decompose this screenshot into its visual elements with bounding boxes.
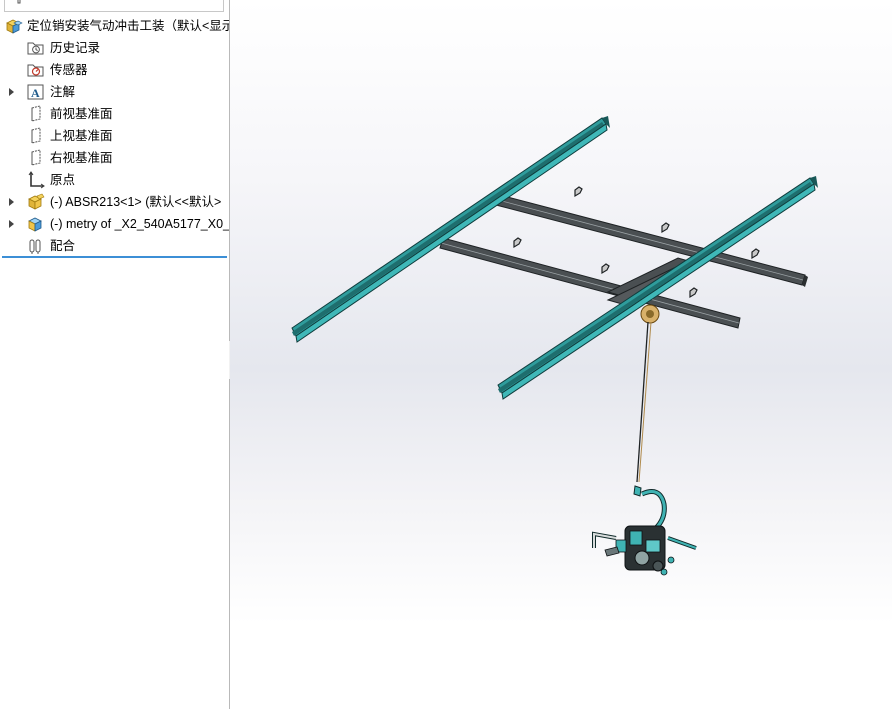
tree-item-label: 原点	[50, 173, 76, 187]
tree-item[interactable]: 右视基准面	[0, 147, 229, 169]
sensor-folder-icon	[27, 64, 44, 77]
hoist-balancer[interactable]	[640, 304, 660, 324]
tree-item[interactable]: 传感器	[0, 59, 229, 81]
model-view[interactable]	[230, 0, 892, 709]
tree-item-label: (-) ABSR213<1> (默认<<默认>	[50, 195, 222, 209]
plane-icon	[31, 127, 41, 144]
plane-icon	[31, 105, 41, 122]
pneumatic-impact-tool[interactable]	[592, 485, 697, 576]
filter-icon[interactable]	[11, 0, 31, 5]
tree-item-label: 注解	[50, 85, 76, 99]
tree-item-label: 传感器	[50, 63, 88, 77]
origin-icon	[28, 171, 45, 189]
tree-item[interactable]: 原点	[0, 169, 229, 191]
assembly-icon	[6, 19, 23, 34]
expand-arrow-icon[interactable]	[9, 220, 14, 228]
plane-icon	[31, 149, 41, 166]
hoist-cable	[636, 321, 652, 483]
tree-item-label: 配合	[50, 239, 76, 253]
subassembly-icon	[28, 193, 45, 210]
history-folder-icon	[27, 42, 44, 55]
tree-item[interactable]: (-) ABSR213<1> (默认<<默认>	[0, 191, 229, 213]
tree-item-label: 历史记录	[50, 41, 101, 55]
runway-rail-left[interactable]	[291, 116, 610, 343]
tree-item[interactable]: 前视基准面	[0, 103, 229, 125]
expand-arrow-icon[interactable]	[9, 198, 14, 206]
tree-item[interactable]: A 注解	[0, 81, 229, 103]
feature-manager-tree: 定位销安装气动冲击工装（默认<显示 历史记录传感器 A 注解前视基准面上视基准面右视…	[0, 0, 230, 709]
tree-root-assembly[interactable]: 定位销安装气动冲击工装（默认<显示	[0, 15, 229, 37]
tree-end-divider	[2, 256, 227, 258]
annotation-icon: A	[27, 84, 44, 100]
tree-item[interactable]: 配合	[0, 235, 229, 257]
tree-item-label: 上视基准面	[50, 129, 113, 143]
mates-icon	[29, 239, 41, 254]
tree-root-label: 定位销安装气动冲击工装（默认<显示	[27, 19, 230, 33]
tree-item[interactable]: 历史记录	[0, 37, 229, 59]
tree-item[interactable]: 上视基准面	[0, 125, 229, 147]
graphics-viewport[interactable]	[230, 0, 892, 709]
tree-filter-box[interactable]	[4, 0, 224, 12]
part-icon	[28, 217, 42, 232]
tree-item-label: (-) metry of _X2_540A5177_X0_	[50, 217, 230, 231]
expand-arrow-icon[interactable]	[9, 88, 14, 96]
tree-item[interactable]: (-) metry of _X2_540A5177_X0_	[0, 213, 229, 235]
tree-item-label: 前视基准面	[50, 107, 113, 121]
tree-item-label: 右视基准面	[50, 151, 113, 165]
svg-text:A: A	[31, 86, 40, 100]
